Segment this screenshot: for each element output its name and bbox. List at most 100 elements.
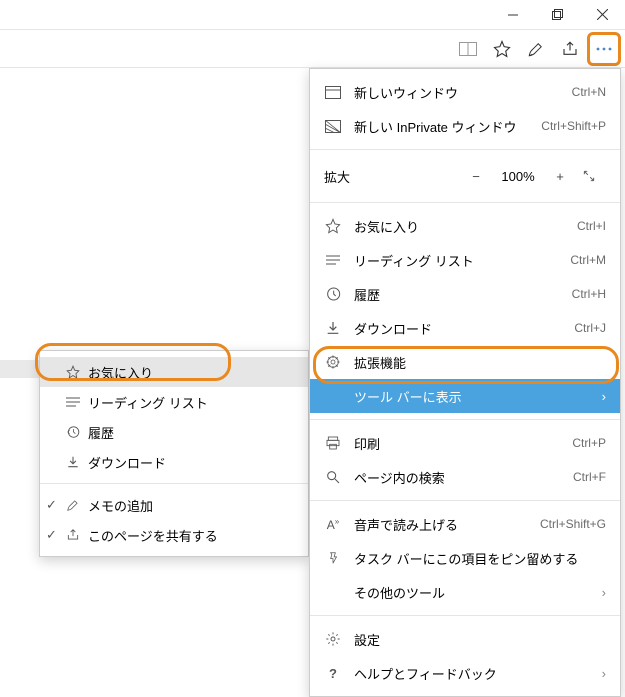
- print-icon: [324, 435, 342, 451]
- submenu-label: お気に入り: [88, 363, 294, 382]
- submenu-label: メモの追加: [88, 496, 294, 515]
- separator: [310, 149, 620, 150]
- separator: [40, 483, 308, 484]
- menu-label: 新しいウィンドウ: [354, 83, 560, 102]
- reading-mode-icon[interactable]: [451, 32, 485, 66]
- menu-item-settings[interactable]: 設定: [310, 622, 620, 656]
- history-icon: [64, 425, 82, 439]
- menu-shortcut: Ctrl+P: [572, 436, 606, 450]
- main-menu: 新しいウィンドウ Ctrl+N 新しい InPrivate ウィンドウ Ctrl…: [309, 68, 621, 697]
- menu-item-extensions[interactable]: 拡張機能: [310, 345, 620, 379]
- download-icon: [324, 320, 342, 336]
- separator: [310, 202, 620, 203]
- menu-shortcut: Ctrl+N: [572, 85, 606, 99]
- zoom-out-button[interactable]: −: [464, 169, 488, 184]
- zoom-label: 拡大: [324, 167, 454, 186]
- content-area: お気に入り リーディング リスト 履歴 ダウンロード ✓ メモの追加 ✓: [0, 68, 625, 665]
- search-icon: [324, 469, 342, 485]
- menu-item-more-tools[interactable]: その他のツール ›: [310, 575, 620, 609]
- pen-notes-icon[interactable]: [519, 32, 553, 66]
- menu-item-show-in-toolbar[interactable]: ツール バーに表示 ›: [310, 379, 620, 413]
- submenu-item-downloads[interactable]: ダウンロード: [40, 447, 308, 477]
- reading-list-icon: [324, 254, 342, 266]
- close-button[interactable]: [580, 0, 625, 29]
- submenu-label: 履歴: [88, 423, 294, 442]
- download-icon: [64, 455, 82, 469]
- menu-label: ページ内の検索: [354, 468, 561, 487]
- pin-icon: [324, 550, 342, 566]
- help-icon: ?: [324, 666, 342, 681]
- submenu-item-add-notes[interactable]: ✓ メモの追加: [40, 490, 308, 520]
- separator: [310, 500, 620, 501]
- submenu-item-favorites[interactable]: お気に入り: [40, 357, 308, 387]
- menu-shortcut: Ctrl+Shift+G: [540, 517, 606, 531]
- menu-item-print[interactable]: 印刷 Ctrl+P: [310, 426, 620, 460]
- more-menu-button[interactable]: [587, 32, 621, 66]
- menu-shortcut: Ctrl+J: [574, 321, 606, 335]
- chevron-right-icon: ›: [602, 585, 606, 600]
- extensions-icon: [324, 354, 342, 370]
- titlebar: [0, 0, 625, 30]
- minimize-button[interactable]: [490, 0, 535, 29]
- separator: [310, 615, 620, 616]
- menu-zoom-row: 拡大 − 100% +: [310, 156, 620, 196]
- toolbar: [0, 30, 625, 68]
- menu-label: お気に入り: [354, 217, 565, 236]
- menu-shortcut: Ctrl+Shift+P: [541, 119, 606, 133]
- menu-item-downloads[interactable]: ダウンロード Ctrl+J: [310, 311, 620, 345]
- menu-item-find[interactable]: ページ内の検索 Ctrl+F: [310, 460, 620, 494]
- favorite-star-icon[interactable]: [485, 32, 519, 66]
- menu-label: ダウンロード: [354, 319, 562, 338]
- menu-item-history[interactable]: 履歴 Ctrl+H: [310, 277, 620, 311]
- submenu-label: このページを共有する: [88, 526, 294, 545]
- share-icon: [64, 528, 82, 542]
- menu-shortcut: Ctrl+I: [577, 219, 606, 233]
- history-icon: [324, 286, 342, 302]
- inprivate-icon: [324, 120, 342, 133]
- separator: [310, 419, 620, 420]
- check-icon: ✓: [46, 497, 60, 513]
- menu-shortcut: Ctrl+F: [573, 470, 606, 484]
- menu-item-read-aloud[interactable]: A» 音声で読み上げる Ctrl+Shift+G: [310, 507, 620, 541]
- menu-item-help[interactable]: ? ヘルプとフィードバック ›: [310, 656, 620, 690]
- menu-item-favorites[interactable]: お気に入り Ctrl+I: [310, 209, 620, 243]
- show-in-toolbar-submenu: お気に入り リーディング リスト 履歴 ダウンロード ✓ メモの追加 ✓: [39, 350, 309, 557]
- menu-label: 拡張機能: [354, 353, 606, 372]
- gear-icon: [324, 631, 342, 647]
- submenu-item-share-page[interactable]: ✓ このページを共有する: [40, 520, 308, 550]
- submenu-label: リーディング リスト: [88, 393, 294, 412]
- share-icon[interactable]: [553, 32, 587, 66]
- menu-label: その他のツール: [354, 583, 590, 602]
- window-icon: [324, 86, 342, 99]
- menu-item-new-inprivate[interactable]: 新しい InPrivate ウィンドウ Ctrl+Shift+P: [310, 109, 620, 143]
- menu-label: タスク バーにこの項目をピン留めする: [354, 549, 606, 568]
- menu-item-reading-list[interactable]: リーディング リスト Ctrl+M: [310, 243, 620, 277]
- submenu-label: ダウンロード: [88, 453, 294, 472]
- menu-label: ツール バーに表示: [354, 387, 590, 406]
- submenu-item-history[interactable]: 履歴: [40, 417, 308, 447]
- menu-label: 印刷: [354, 434, 560, 453]
- menu-label: 新しい InPrivate ウィンドウ: [354, 117, 529, 136]
- menu-shortcut: Ctrl+H: [572, 287, 606, 301]
- check-icon: ✓: [46, 527, 60, 543]
- star-outline-icon: [64, 365, 82, 379]
- read-aloud-icon: A»: [324, 517, 342, 532]
- reading-list-icon: [64, 396, 82, 408]
- submenu-item-reading-list[interactable]: リーディング リスト: [40, 387, 308, 417]
- star-add-icon: [324, 218, 342, 234]
- fullscreen-button[interactable]: [582, 169, 606, 183]
- menu-label: 音声で読み上げる: [354, 515, 528, 534]
- pen-icon: [64, 498, 82, 512]
- chevron-right-icon: ›: [602, 666, 606, 681]
- maximize-button[interactable]: [535, 0, 580, 29]
- menu-label: リーディング リスト: [354, 251, 558, 270]
- menu-shortcut: Ctrl+M: [570, 253, 606, 267]
- menu-item-new-window[interactable]: 新しいウィンドウ Ctrl+N: [310, 75, 620, 109]
- menu-label: 設定: [354, 630, 606, 649]
- zoom-in-button[interactable]: +: [548, 169, 572, 184]
- menu-item-pin-taskbar[interactable]: タスク バーにこの項目をピン留めする: [310, 541, 620, 575]
- menu-label: 履歴: [354, 285, 560, 304]
- browser-window: お気に入り リーディング リスト 履歴 ダウンロード ✓ メモの追加 ✓: [0, 0, 625, 665]
- menu-label: ヘルプとフィードバック: [354, 664, 590, 683]
- zoom-value: 100%: [498, 169, 538, 184]
